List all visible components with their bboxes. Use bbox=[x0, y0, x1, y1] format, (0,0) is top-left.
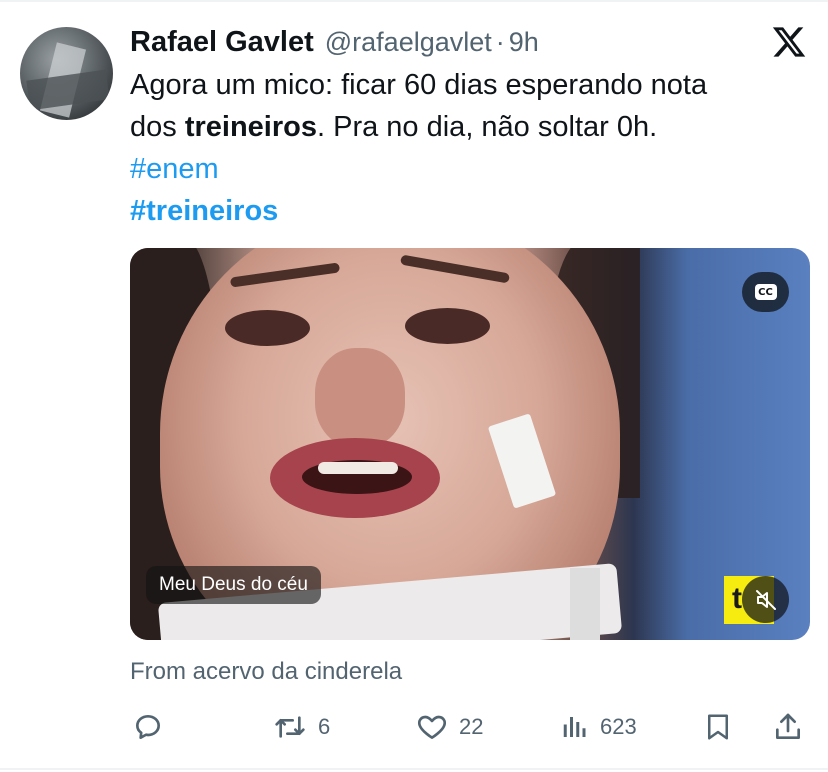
views-icon bbox=[563, 717, 586, 737]
tweet-text-line: Agora um mico: ficar 60 dias esperando n… bbox=[130, 69, 708, 101]
video-frame-detail bbox=[405, 308, 490, 344]
tweet-text-bold: treineiros bbox=[184, 111, 317, 143]
author-display-name[interactable]: Rafael Gavlet bbox=[130, 26, 314, 59]
views-button[interactable]: 623 bbox=[560, 705, 637, 749]
top-divider bbox=[0, 0, 828, 2]
retweet-button[interactable]: 6 bbox=[272, 705, 330, 749]
bookmark-button[interactable] bbox=[703, 705, 733, 749]
share-button[interactable] bbox=[772, 705, 804, 749]
hashtag-enem[interactable]: #enem bbox=[130, 148, 810, 190]
closed-captions-icon: CC bbox=[754, 284, 777, 300]
watermark-letter: t bbox=[732, 582, 742, 615]
avatar[interactable] bbox=[20, 27, 113, 120]
tweet-header: Rafael Gavlet @rafaelgavlet · 9h bbox=[130, 24, 539, 60]
muted-speaker-icon bbox=[755, 589, 776, 610]
like-button[interactable]: 22 bbox=[415, 705, 483, 749]
video-player[interactable]: CC Meu Deus do céu t bbox=[130, 248, 810, 640]
retweet-icon bbox=[275, 716, 305, 738]
retweet-count: 6 bbox=[318, 714, 331, 739]
share-icon bbox=[776, 713, 800, 739]
tweet-action-bar: 6 22 623 bbox=[130, 705, 810, 749]
reply-button[interactable] bbox=[132, 705, 174, 749]
heart-icon bbox=[418, 715, 446, 739]
tweet-time[interactable]: 9h bbox=[509, 27, 539, 58]
closed-captions-button[interactable]: CC bbox=[742, 272, 789, 312]
video-frame-detail bbox=[315, 348, 405, 448]
hashtag-treineiros[interactable]: #treineiros bbox=[130, 190, 810, 232]
video-frame-detail bbox=[225, 310, 310, 346]
video-frame-detail bbox=[570, 568, 600, 640]
x-logo-icon bbox=[771, 24, 807, 60]
reply-icon bbox=[136, 715, 160, 739]
mute-toggle-button[interactable] bbox=[742, 576, 789, 623]
bottom-divider bbox=[0, 768, 828, 770]
tweet-text: Agora um mico: ficar 60 dias esperando n… bbox=[130, 64, 810, 232]
author-handle[interactable]: @rafaelgavlet bbox=[325, 27, 492, 58]
tweet-text-segment: . Pra no dia, não soltar 0h. bbox=[317, 111, 658, 143]
like-count: 22 bbox=[459, 714, 484, 739]
separator-dot: · bbox=[495, 26, 505, 57]
video-frame-detail bbox=[318, 462, 398, 474]
avatar-shape bbox=[26, 69, 110, 111]
bookmark-icon bbox=[708, 714, 728, 740]
views-count: 623 bbox=[600, 714, 637, 739]
tweet-text-segment: dos bbox=[130, 111, 185, 143]
tweet-text-line: dos treineiros. Pra no dia, não soltar 0… bbox=[130, 106, 810, 148]
media-source-attribution[interactable]: From acervo da cinderela bbox=[130, 658, 402, 686]
video-caption: Meu Deus do céu bbox=[146, 566, 321, 604]
